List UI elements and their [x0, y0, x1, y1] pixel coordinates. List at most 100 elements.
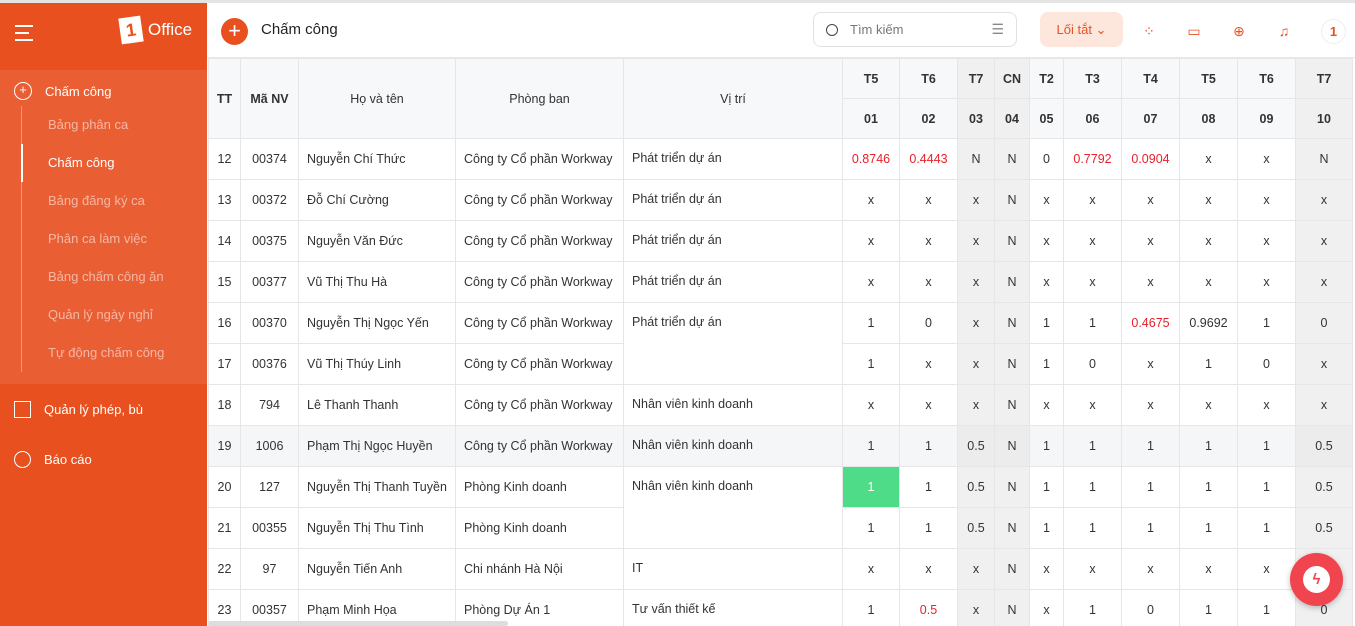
attendance-cell[interactable]: x [1295, 179, 1353, 221]
attendance-cell[interactable]: 0 [1237, 343, 1296, 385]
attendance-cell[interactable]: 1 [1179, 466, 1238, 508]
attendance-cell[interactable]: x [1295, 261, 1353, 303]
attendance-cell[interactable]: x [1237, 179, 1296, 221]
shortcut-dropdown[interactable]: Lối tắt ⌄ [1040, 12, 1123, 47]
attendance-cell[interactable]: x [1063, 220, 1122, 262]
attendance-cell[interactable]: 1 [1029, 507, 1064, 549]
attendance-cell[interactable]: N [994, 220, 1030, 262]
table-row[interactable]: 13 00372 Đỗ Chí Cường Công ty Cổ phần Workw… [208, 179, 1353, 221]
attendance-cell[interactable]: x [1237, 384, 1296, 426]
attendance-cell[interactable]: x [842, 384, 900, 426]
attendance-cell[interactable]: N [994, 261, 1030, 303]
bell-icon[interactable]: ♫ [1276, 23, 1292, 39]
attendance-cell[interactable]: 0 [1295, 302, 1353, 344]
avatar[interactable]: 1 [1321, 19, 1346, 44]
table-row[interactable]: 22 97 Nguyễn Tiến Anh Chi nhánh Hà Nội IT x x x… [208, 548, 1353, 590]
attendance-cell[interactable]: x [1237, 548, 1296, 590]
attendance-cell[interactable]: 0 [1121, 589, 1180, 626]
messenger-button[interactable]: ϟ [1290, 553, 1343, 606]
attendance-cell[interactable]: x [842, 548, 900, 590]
attendance-cell[interactable]: 1 [1237, 425, 1296, 467]
attendance-cell[interactable]: 1 [1237, 302, 1296, 344]
attendance-cell[interactable]: N [994, 179, 1030, 221]
sidebar-subitem[interactable]: Phân ca làm việc [22, 220, 207, 258]
attendance-cell[interactable]: 0.7792 [1063, 138, 1122, 180]
table-row[interactable]: 14 00375 Nguyễn Văn Đức Công ty Cổ phần Wor… [208, 220, 1353, 262]
search-input[interactable]: Tìm kiếm ☰ [813, 12, 1017, 47]
attendance-cell[interactable]: 0.8746 [842, 138, 900, 180]
attendance-cell[interactable]: 0.9692 [1179, 302, 1238, 344]
attendance-cell[interactable]: 0.5 [899, 589, 958, 626]
attendance-cell[interactable]: x [1121, 220, 1180, 262]
attendance-cell[interactable]: 1 [1179, 589, 1238, 626]
attendance-cell[interactable]: N [994, 343, 1030, 385]
attendance-cell[interactable]: N [1295, 138, 1353, 180]
logo[interactable]: 1 Office [118, 15, 192, 45]
attendance-cell[interactable]: N [994, 138, 1030, 180]
attendance-cell[interactable]: x [1063, 261, 1122, 303]
attendance-cell[interactable]: x [1121, 548, 1180, 590]
attendance-cell[interactable]: x [1179, 261, 1238, 303]
attendance-cell[interactable]: x [957, 589, 995, 626]
column-header-ten[interactable]: Họ và tên [298, 58, 456, 139]
attendance-cell[interactable]: x [899, 384, 958, 426]
attendance-cell[interactable]: x [1029, 261, 1064, 303]
filter-icon[interactable]: ☰ [991, 21, 1004, 38]
attendance-cell[interactable]: x [899, 548, 958, 590]
column-header-phong[interactable]: Phòng ban [455, 58, 624, 139]
attendance-cell[interactable]: x [1121, 343, 1180, 385]
attendance-cell[interactable]: 1 [842, 302, 900, 344]
column-header-tt[interactable]: TT [208, 58, 241, 139]
attendance-cell[interactable]: 1 [1121, 507, 1180, 549]
attendance-cell[interactable]: x [1063, 384, 1122, 426]
table-row[interactable]: 16 00370 Nguyễn Thị Ngọc Yến Công ty Cổ phầ… [208, 302, 1353, 385]
attendance-cell[interactable]: 1 [842, 343, 900, 385]
attendance-cell[interactable]: x [1121, 384, 1180, 426]
attendance-cell[interactable]: x [1063, 179, 1122, 221]
attendance-cell[interactable]: x [1295, 220, 1353, 262]
attendance-cell[interactable]: x [842, 220, 900, 262]
attendance-cell[interactable]: x [1063, 548, 1122, 590]
attendance-cell[interactable]: x [899, 261, 958, 303]
attendance-cell[interactable]: 1 [842, 466, 900, 508]
attendance-cell[interactable]: x [842, 179, 900, 221]
attendance-cell[interactable]: 1 [1121, 466, 1180, 508]
chart-icon[interactable]: ▭ [1186, 23, 1202, 39]
attendance-cell[interactable]: 1 [1029, 466, 1064, 508]
sidebar-item-cham-cong[interactable]: + Chấm công [0, 80, 207, 102]
attendance-cell[interactable]: x [1029, 384, 1064, 426]
sidebar-subitem[interactable]: Tự động chấm công [22, 334, 207, 372]
attendance-cell[interactable]: x [899, 179, 958, 221]
attendance-cell[interactable]: 0.4675 [1121, 302, 1180, 344]
attendance-cell[interactable]: 1 [1237, 466, 1296, 508]
sidebar-item[interactable]: Quản lý phép, bù [0, 384, 207, 434]
attendance-cell[interactable]: x [1029, 179, 1064, 221]
attendance-cell[interactable]: N [994, 425, 1030, 467]
sidebar-subitem[interactable]: Quản lý ngày nghỉ [22, 296, 207, 334]
attendance-cell[interactable]: x [1179, 220, 1238, 262]
attendance-cell[interactable]: x [1179, 179, 1238, 221]
attendance-cell[interactable]: x [957, 548, 995, 590]
attendance-cell[interactable]: 1 [1179, 343, 1238, 385]
table-row[interactable]: 12 00374 Nguyễn Chí Thức Công ty Cổ phần Wo… [208, 138, 1353, 180]
attendance-cell[interactable]: 1 [1237, 507, 1296, 549]
attendance-cell[interactable]: 0.5 [1295, 466, 1353, 508]
table-row[interactable]: 19 1006 Phạm Thị Ngọc Huyền Công ty Cổ phần… [208, 425, 1353, 467]
attendance-cell[interactable]: 0.5 [957, 466, 995, 508]
attendance-cell[interactable]: 1 [899, 466, 958, 508]
attendance-cell[interactable]: 1 [899, 507, 958, 549]
attendance-cell[interactable]: x [899, 343, 958, 385]
attendance-cell[interactable]: 0.5 [1295, 425, 1353, 467]
attendance-cell[interactable]: 1 [1121, 425, 1180, 467]
attendance-cell[interactable]: 1 [1063, 589, 1122, 626]
attendance-cell[interactable]: x [957, 302, 995, 344]
attendance-cell[interactable]: N [994, 302, 1030, 344]
attendance-cell[interactable]: x [1121, 179, 1180, 221]
sidebar-subitem[interactable]: Chấm công [21, 144, 207, 182]
attendance-cell[interactable]: 1 [1063, 507, 1122, 549]
attendance-cell[interactable]: 0 [1063, 343, 1122, 385]
sidebar-subitem[interactable]: Bảng phân ca [22, 106, 207, 144]
attendance-cell[interactable]: 1 [1029, 425, 1064, 467]
sidebar-subitem[interactable]: Bảng chấm công ăn [22, 258, 207, 296]
attendance-cell[interactable]: x [1121, 261, 1180, 303]
